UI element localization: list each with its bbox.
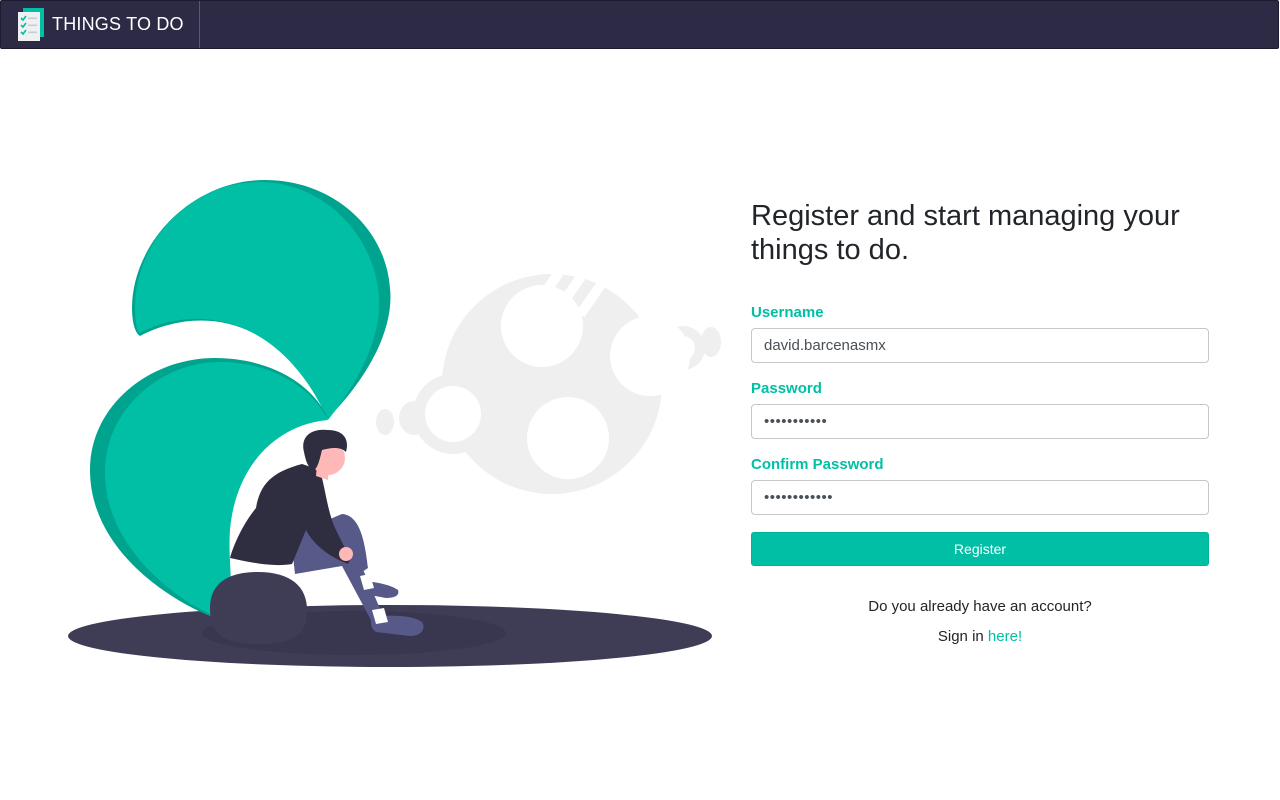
signin-prefix: Sign in [937,628,988,645]
signin-link[interactable]: here! [988,628,1022,645]
register-form: Register and start managing your things … [751,199,1209,646]
rock-seat [210,572,307,644]
password-input[interactable] [751,404,1209,439]
signin-prompt: Sign in here! [751,628,1209,646]
page-title: Register and start managing your things … [751,200,1180,266]
person-thinking-illustration [68,180,721,667]
confirm-password-label: Confirm Password [751,456,884,473]
top-navbar: THINGS TO DO [0,0,1279,49]
account-question: Do you already have an account? [868,598,1092,615]
checklist-document-icon [18,7,44,41]
brand-title: THINGS TO DO [52,14,184,34]
brand[interactable]: THINGS TO DO [1,1,200,48]
password-label: Password [751,380,822,397]
username-input[interactable] [751,328,1209,363]
username-label: Username [751,304,824,321]
register-button[interactable]: Register [751,532,1209,566]
confirm-password-input[interactable] [751,480,1209,515]
